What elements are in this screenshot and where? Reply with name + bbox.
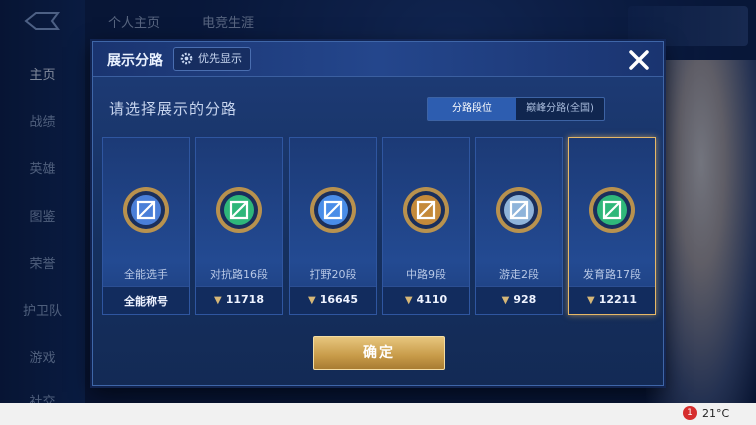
lane-display-dialog: 展示分路 优先显示 请选择展示的分路 分路段位 巅峰分路(全国) 全能选手全能称… (92, 41, 664, 386)
rank-emblem-icon (403, 187, 449, 233)
dialog-header: 展示分路 优先显示 (93, 42, 663, 77)
rank-arrow-icon: ▼ (404, 295, 413, 306)
lane-card[interactable]: 全能选手 全能称号 (102, 137, 190, 315)
rank-arrow-icon: ▼ (501, 295, 510, 306)
score-bar: ▼ 16645 (290, 286, 376, 314)
score-bar: ▼ 4110 (383, 286, 469, 314)
score-value: 全能称号 (103, 293, 189, 309)
rank-arrow-icon: ▼ (587, 295, 595, 306)
rank-label: 游走2段 (499, 268, 539, 281)
score-text: 928 (513, 293, 537, 306)
score-bar: ▼ 11718 (196, 286, 282, 314)
confirm-button[interactable]: 确定 (313, 336, 445, 370)
notification-badge[interactable]: 1 (683, 406, 697, 420)
segment-control: 分路段位 巅峰分路(全国) (427, 97, 605, 121)
rank-emblem-icon (216, 187, 262, 233)
segment-lane-rank[interactable]: 分路段位 (428, 98, 516, 120)
rank-arrow-icon: ▼ (214, 295, 222, 306)
segment-peak-lane[interactable]: 巅峰分路(全国) (516, 98, 604, 120)
lane-card[interactable]: 发育路17段 ▼ 12211 (568, 137, 656, 315)
lane-card[interactable]: 游走2段 ▼ 928 (475, 137, 563, 315)
gear-icon (180, 52, 193, 65)
dialog-title: 展示分路 (107, 53, 163, 69)
lane-card[interactable]: 对抗路16段 ▼ 11718 (195, 137, 283, 315)
rank-label: 对抗路16段 (210, 268, 268, 281)
score-value: ▼ 16645 (290, 293, 376, 306)
rank-label: 打野20段 (309, 268, 357, 281)
score-value: ▼ 12211 (569, 293, 655, 306)
rank-label: 全能选手 (124, 268, 168, 281)
score-text: 4110 (416, 293, 448, 306)
lane-card[interactable]: 中路9段 ▼ 4110 (382, 137, 470, 315)
priority-display-button[interactable]: 优先显示 (173, 47, 251, 71)
lane-card[interactable]: 打野20段 ▼ 16645 (289, 137, 377, 315)
weather-temperature[interactable]: 21°C (702, 407, 729, 420)
score-value: ▼ 928 (476, 293, 562, 306)
score-value: ▼ 11718 (196, 293, 282, 306)
rank-emblem-icon (589, 187, 635, 233)
score-bar: ▼ 12211 (569, 286, 655, 314)
rank-label: 发育路17段 (583, 268, 641, 281)
rank-emblem-icon (496, 187, 542, 233)
rank-arrow-icon: ▼ (308, 295, 316, 306)
close-icon[interactable] (625, 46, 653, 74)
score-bar: 全能称号 (103, 286, 189, 314)
score-text: 全能称号 (124, 295, 168, 308)
rank-emblem-icon (123, 187, 169, 233)
score-text: 12211 (598, 293, 637, 306)
taskbar: 1 21°C (0, 403, 756, 425)
rank-emblem-icon (310, 187, 356, 233)
prompt-text: 请选择展示的分路 (109, 100, 238, 118)
priority-display-label: 优先显示 (198, 52, 242, 65)
rank-label: 中路9段 (406, 268, 446, 281)
score-bar: ▼ 928 (476, 286, 562, 314)
score-text: 16645 (319, 293, 358, 306)
score-value: ▼ 4110 (383, 293, 469, 306)
score-text: 11718 (225, 293, 264, 306)
